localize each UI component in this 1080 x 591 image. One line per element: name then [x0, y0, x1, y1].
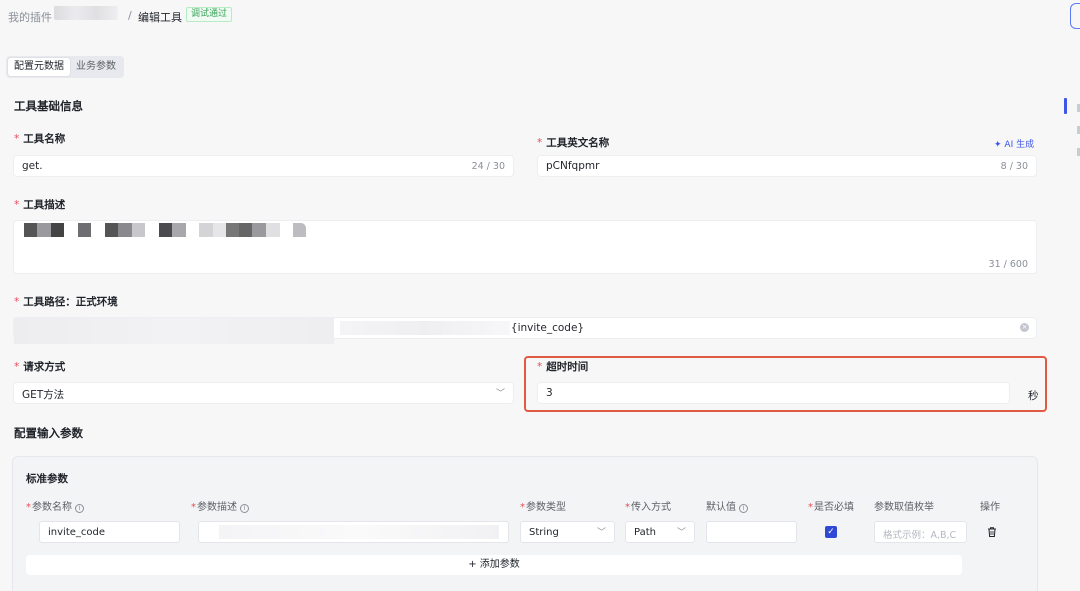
- section-title-basic-info: 工具基础信息: [14, 99, 83, 113]
- breadcrumb-separator: /: [128, 9, 132, 22]
- timeout-label: * 超时时间: [537, 361, 589, 373]
- anchor-active-indicator: [1064, 98, 1067, 114]
- required-mark: *: [14, 133, 20, 145]
- required-mark: *: [14, 361, 20, 373]
- chevron-down-icon: ﹀: [596, 528, 606, 538]
- tool-description-textarea[interactable]: 31 / 600: [13, 220, 1037, 274]
- top-bar: 我的插件 / 编辑工具 调试通过: [0, 0, 1080, 34]
- param-default-input[interactable]: [706, 521, 797, 543]
- breadcrumb-plugin-name-redacted[interactable]: [54, 6, 118, 20]
- param-name-input[interactable]: invite_code: [39, 521, 180, 543]
- request-method-label: * 请求方式: [14, 361, 66, 373]
- required-mark: *: [537, 361, 543, 373]
- timeout-input[interactable]: 3: [537, 382, 1010, 404]
- required-checkbox[interactable]: ✓: [825, 526, 837, 538]
- tool-path-redacted: [14, 318, 334, 344]
- column-header-param-location: *传入方式: [625, 502, 671, 513]
- tab-business-params[interactable]: 业务参数: [70, 58, 122, 76]
- add-param-button[interactable]: + 添加参数: [26, 555, 962, 575]
- param-location-select[interactable]: Path ﹀: [625, 521, 695, 543]
- standard-params-card: 标准参数 *参数名称 i *参数描述 i *参数类型 *传入方式 默认值 i *是否必…: [12, 456, 1038, 591]
- param-enum-input[interactable]: 格式示例：A,B,C: [874, 521, 967, 543]
- tool-name-label: * 工具名称: [14, 133, 66, 145]
- required-mark: *: [14, 296, 20, 308]
- timeout-unit: 秒: [1028, 390, 1039, 402]
- request-method-select[interactable]: GET方法 ﹀: [13, 382, 514, 404]
- config-tabs: 配置元数据 业务参数: [6, 56, 124, 78]
- breadcrumb-current: 编辑工具: [138, 11, 182, 24]
- card-title: 标准参数: [26, 473, 68, 485]
- param-description-input[interactable]: [198, 521, 509, 543]
- char-counter: 31 / 600: [988, 259, 1028, 270]
- tab-config-metadata[interactable]: 配置元数据: [8, 58, 70, 76]
- tool-path-label: * 工具路径：正式环境: [14, 296, 118, 308]
- column-header-default-value: 默认值 i: [706, 498, 748, 513]
- trash-icon[interactable]: [986, 526, 998, 538]
- section-title-input-params: 配置输入参数: [14, 426, 83, 440]
- column-header-enum: 参数取值枚举: [874, 502, 934, 513]
- column-header-param-type: *参数类型: [520, 502, 566, 513]
- tool-description-label: * 工具描述: [14, 199, 66, 211]
- clear-icon[interactable]: ×: [1020, 323, 1029, 332]
- chevron-down-icon: ﹀: [495, 389, 505, 399]
- top-right-button[interactable]: [1070, 3, 1080, 29]
- breadcrumb-my-plugins[interactable]: 我的插件: [8, 9, 52, 25]
- tool-english-name-label: * 工具英文名称: [537, 137, 610, 149]
- required-mark: *: [537, 137, 543, 149]
- param-type-select[interactable]: String ﹀: [520, 521, 615, 543]
- column-header-param-description: *参数描述 i: [191, 498, 249, 513]
- required-mark: *: [14, 199, 20, 211]
- tool-name-input[interactable]: get. 24 / 30: [13, 155, 514, 177]
- description-redacted-text: [24, 223, 306, 237]
- info-icon[interactable]: i: [739, 504, 748, 513]
- column-header-param-name: *参数名称 i: [26, 498, 84, 513]
- info-icon[interactable]: i: [240, 504, 249, 513]
- char-counter: 8 / 30: [1000, 161, 1028, 172]
- tool-english-name-input[interactable]: pCNfqpmr 8 / 30: [537, 155, 1037, 177]
- status-badge: 调试通过: [186, 7, 233, 22]
- column-header-actions: 操作: [980, 502, 1000, 513]
- char-counter: 24 / 30: [471, 161, 505, 172]
- info-icon[interactable]: i: [75, 504, 84, 513]
- sparkle-icon: ✦: [994, 140, 1002, 150]
- chevron-down-icon: ﹀: [676, 528, 686, 538]
- column-header-required: *是否必填: [808, 502, 854, 513]
- tool-path-redacted: [340, 321, 510, 335]
- param-description-redacted: [219, 525, 499, 539]
- ai-generate-button[interactable]: ✦ AI 生成: [994, 137, 1034, 150]
